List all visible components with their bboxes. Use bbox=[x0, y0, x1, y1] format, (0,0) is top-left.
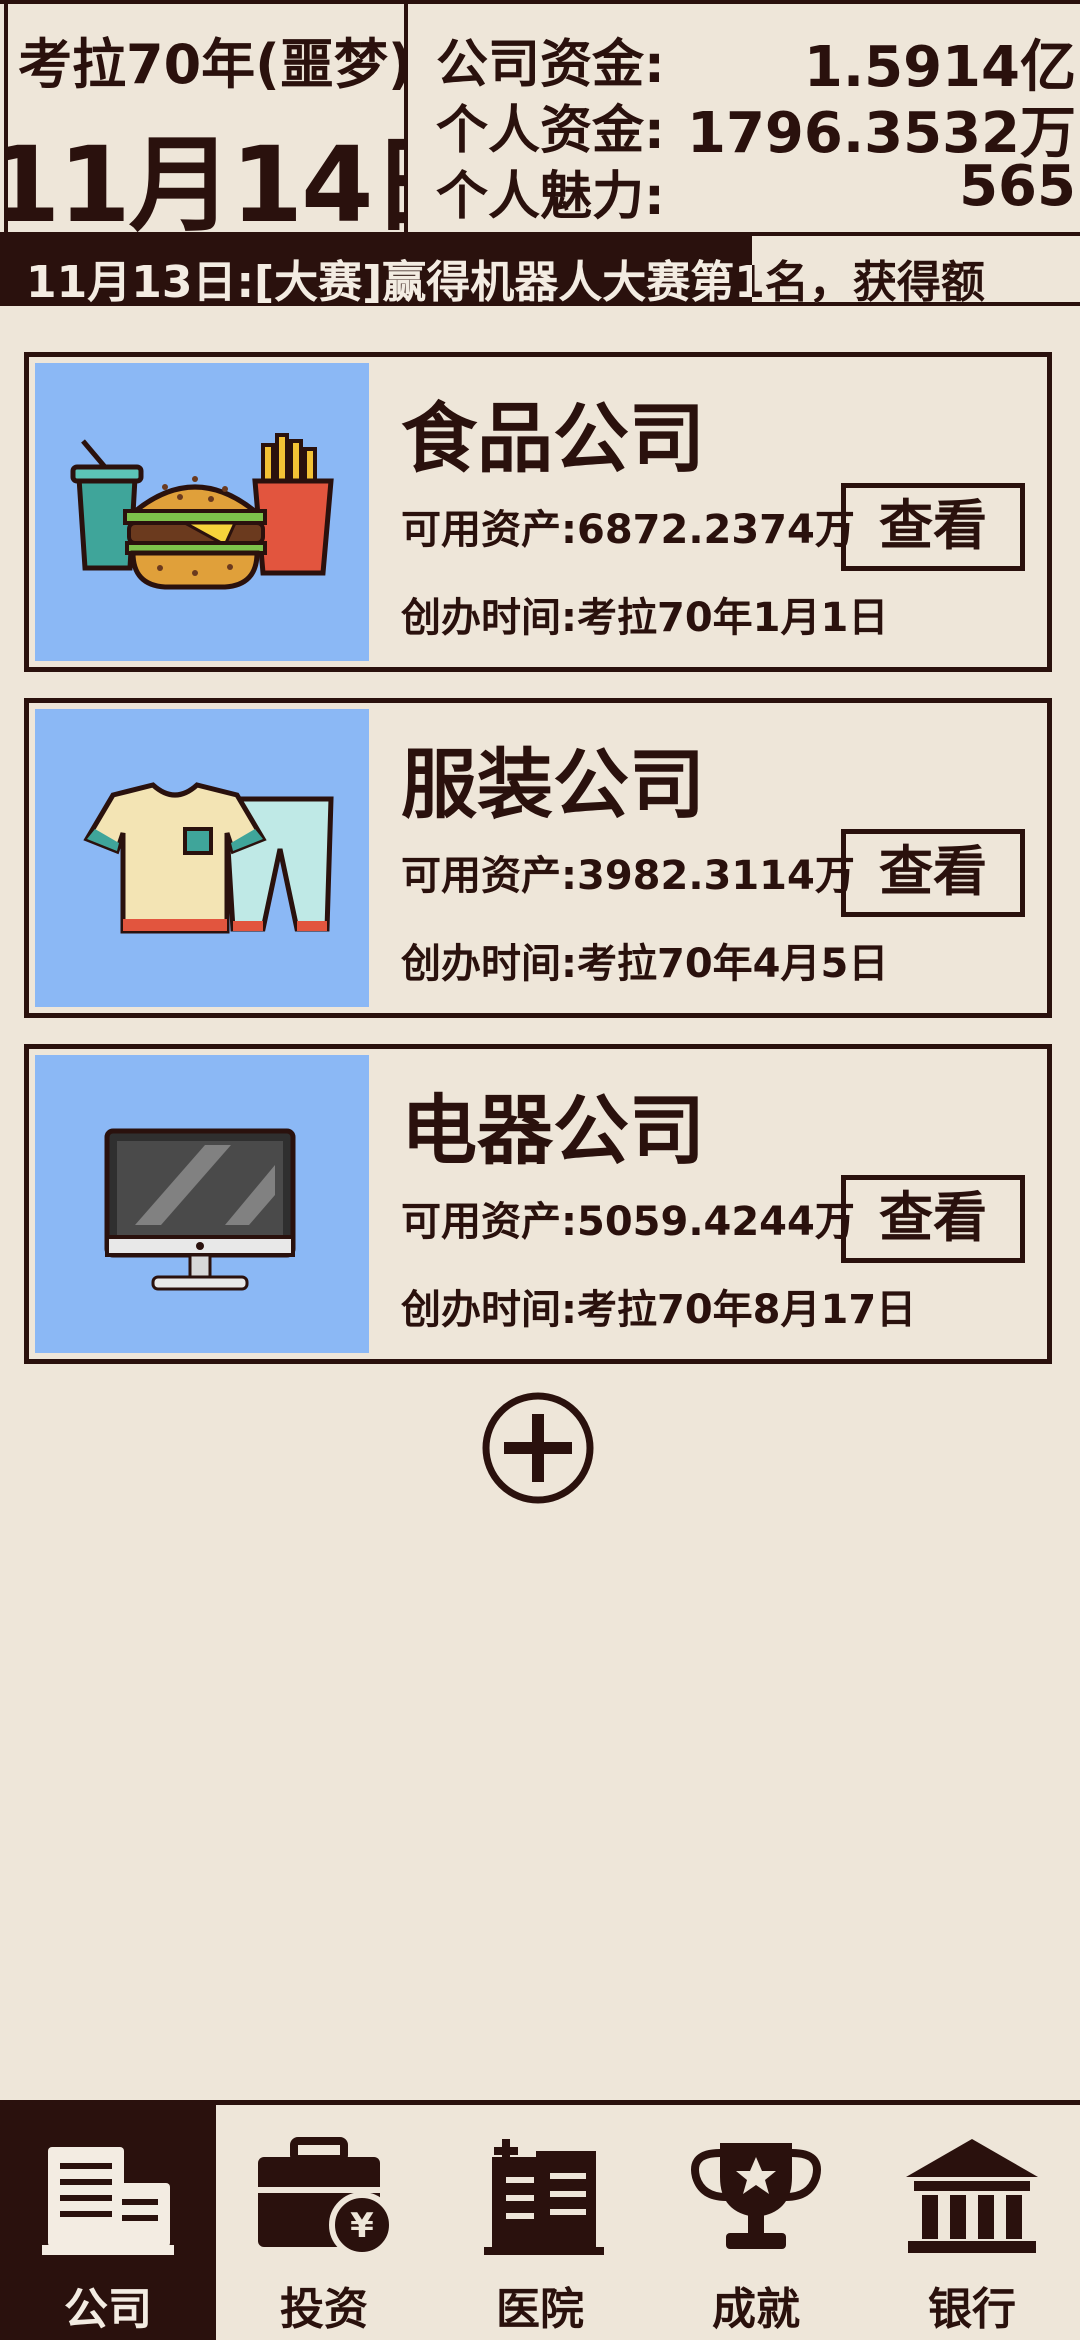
nav-label: 投资 bbox=[280, 2284, 368, 2335]
bank-icon bbox=[906, 2139, 1038, 2253]
nav-label: 医院 bbox=[496, 2284, 584, 2335]
company-assets: 可用资产:5059.4244万 bbox=[401, 1199, 855, 1245]
nav-label: 公司 bbox=[64, 2284, 152, 2335]
company-card-electronics[interactable]: 电器公司 可用资产:5059.4244万 创办时间:考拉70年8月17日 查看 bbox=[24, 1044, 1052, 1364]
company-assets: 可用资产:3982.3114万 bbox=[401, 853, 855, 899]
company-assets: 可用资产:6872.2374万 bbox=[401, 507, 855, 553]
clothing-icon bbox=[35, 709, 369, 1007]
company-name: 电器公司 bbox=[401, 1086, 705, 1175]
view-button[interactable]: 查看 bbox=[841, 1175, 1025, 1263]
building-icon bbox=[42, 2147, 174, 2255]
day-label: 11月14日 bbox=[4, 124, 404, 232]
nav-label: 成就 bbox=[712, 2284, 800, 2335]
trophy-icon bbox=[691, 2143, 821, 2249]
date-panel: 考拉70年(噩梦) 11月14日 bbox=[4, 4, 408, 232]
hospital-icon bbox=[484, 2139, 604, 2255]
nav-item-invest[interactable]: ¥ 投资 bbox=[216, 2105, 432, 2340]
bottom-nav: 公司 ¥ 投资 医院 成就 银行 bbox=[0, 2100, 1080, 2340]
nav-item-hospital[interactable]: 医院 bbox=[432, 2105, 648, 2340]
year-label: 考拉70年(噩梦) bbox=[18, 33, 408, 96]
company-card-clothing[interactable]: 服装公司 可用资产:3982.3114万 创办时间:考拉70年4月5日 查看 bbox=[24, 698, 1052, 1018]
company-founded-date: 创办时间:考拉70年1月1日 bbox=[401, 595, 889, 641]
view-button[interactable]: 查看 bbox=[841, 483, 1025, 571]
company-name: 服装公司 bbox=[401, 740, 705, 829]
charisma-label: 个人魅力: bbox=[436, 167, 665, 227]
personal-funds-label: 个人资金: bbox=[436, 101, 665, 161]
briefcase-yen-icon: ¥ bbox=[258, 2137, 394, 2258]
add-company-button[interactable] bbox=[480, 1390, 596, 1506]
status-header: 考拉70年(噩梦) 11月14日 公司资金: 1.5914亿 个人资金: 179… bbox=[0, 0, 1080, 236]
company-funds-row: 公司资金: 1.5914亿 bbox=[436, 22, 1076, 100]
company-card-food[interactable]: 食品公司 可用资产:6872.2374万 创办时间:考拉70年1月1日 查看 bbox=[24, 352, 1052, 672]
food-icon bbox=[35, 363, 369, 661]
nav-item-bank[interactable]: 银行 bbox=[864, 2105, 1080, 2340]
computer-icon bbox=[35, 1055, 369, 1353]
charisma-value: 565 bbox=[959, 154, 1076, 219]
view-button[interactable]: 查看 bbox=[841, 829, 1025, 917]
nav-item-company[interactable]: 公司 bbox=[0, 2105, 216, 2340]
plus-circle-icon bbox=[482, 1392, 594, 1504]
company-funds-label: 公司资金: bbox=[436, 35, 665, 95]
nav-label: 银行 bbox=[928, 2284, 1016, 2335]
funds-panel: 公司资金: 1.5914亿 个人资金: 1796.3532万 个人魅力: 565 bbox=[412, 4, 1080, 232]
company-founded-date: 创办时间:考拉70年4月5日 bbox=[401, 941, 889, 987]
company-name: 食品公司 bbox=[401, 394, 705, 483]
nav-item-achievements[interactable]: 成就 bbox=[648, 2105, 864, 2340]
svg-text:¥: ¥ bbox=[350, 2206, 374, 2246]
news-ticker[interactable]: 11月13日:[大赛]赢得机器人大赛第1名，获得额 11月13日:[大赛]赢得机… bbox=[0, 236, 1080, 306]
company-founded-date: 创办时间:考拉70年8月17日 bbox=[401, 1287, 917, 1333]
personal-funds-row: 个人资金: 1796.3532万 bbox=[436, 88, 1076, 166]
charisma-row: 个人魅力: 565 bbox=[436, 154, 1076, 227]
